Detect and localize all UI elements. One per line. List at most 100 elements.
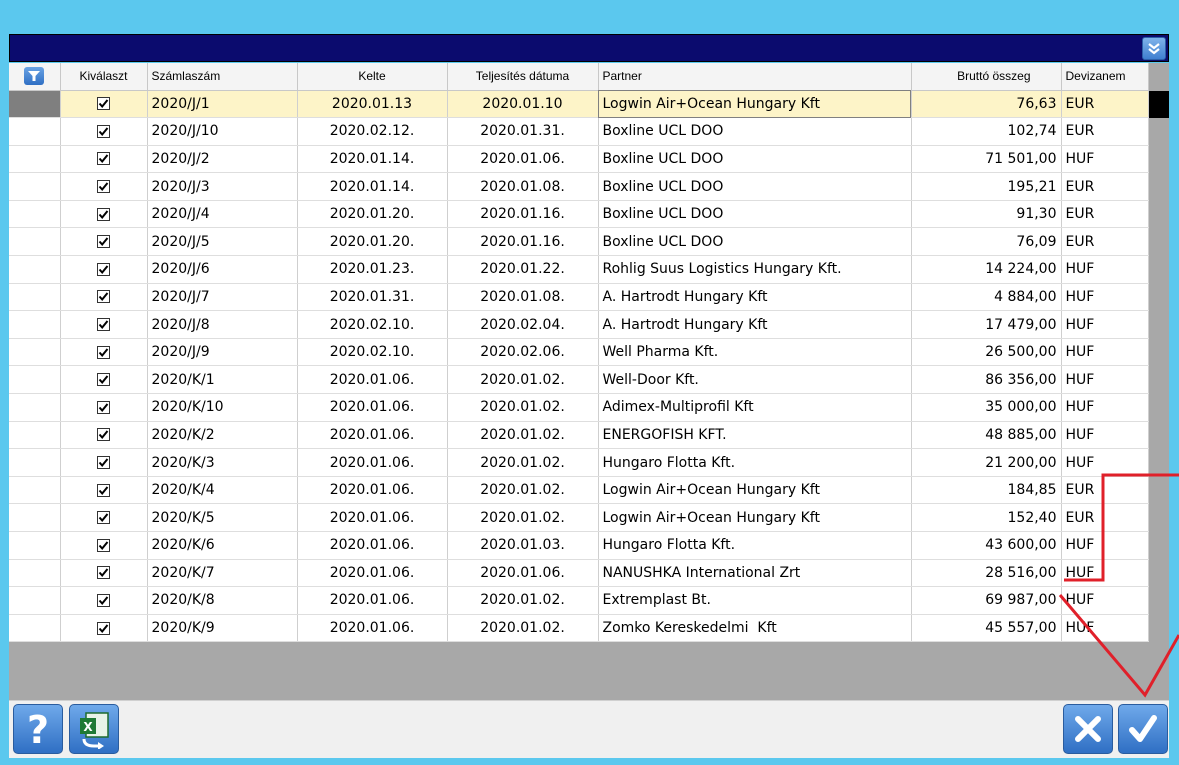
select-cell[interactable] [60, 117, 148, 146]
gross-amount-cell[interactable]: 21 200,00 [911, 448, 1062, 477]
fulfillment-date-cell[interactable]: 2020.01.10 [447, 90, 599, 119]
invoice-no-cell[interactable]: 2020/J/2 [147, 145, 298, 174]
date-cell[interactable]: 2020.01.06. [297, 393, 448, 422]
table-row[interactable]: 2020/K/1 2020.01.06. 2020.01.02. Well-Door … [9, 365, 1149, 395]
currency-cell[interactable]: EUR [1061, 90, 1149, 119]
row-checkbox[interactable] [97, 290, 110, 304]
gross-amount-cell[interactable]: 4 884,00 [911, 283, 1062, 312]
select-cell[interactable] [60, 421, 148, 450]
currency-cell[interactable]: HUF [1061, 559, 1149, 588]
table-row[interactable]: 2020/J/1 2020.01.13 2020.01.10 Logwin Air+O… [9, 90, 1149, 119]
date-cell[interactable]: 2020.01.06. [297, 421, 448, 450]
row-checkbox[interactable] [97, 566, 110, 580]
row-indicator[interactable] [9, 393, 61, 422]
gross-amount-cell[interactable]: 69 987,00 [911, 586, 1062, 615]
help-button[interactable]: ? [13, 704, 63, 754]
invoice-no-cell[interactable]: 2020/K/8 [147, 586, 298, 615]
column-header-gross[interactable]: Bruttó összeg [911, 63, 1062, 91]
partner-cell[interactable]: Extremplast Bt. [598, 586, 912, 615]
fulfillment-date-cell[interactable]: 2020.02.04. [447, 310, 599, 339]
row-checkbox[interactable] [97, 511, 110, 525]
fulfillment-date-cell[interactable]: 2020.01.02. [447, 448, 599, 477]
fulfillment-date-cell[interactable]: 2020.01.02. [447, 614, 599, 643]
gross-amount-cell[interactable]: 14 224,00 [911, 255, 1062, 284]
select-cell[interactable] [60, 531, 148, 560]
invoice-no-cell[interactable]: 2020/J/5 [147, 227, 298, 257]
currency-cell[interactable]: EUR [1061, 476, 1149, 505]
partner-cell[interactable]: NANUSHKA International Zrt [598, 559, 912, 588]
collapse-button[interactable] [1142, 37, 1166, 60]
date-cell[interactable]: 2020.02.12. [297, 117, 448, 146]
select-cell[interactable] [60, 365, 148, 395]
row-checkbox[interactable] [97, 400, 110, 414]
row-checkbox[interactable] [97, 483, 110, 497]
column-header-date[interactable]: Kelte [297, 63, 448, 91]
partner-cell[interactable]: A. Hartrodt Hungary Kft [598, 283, 912, 312]
row-indicator[interactable] [9, 310, 61, 339]
gross-amount-cell[interactable]: 45 557,00 [911, 614, 1062, 643]
row-checkbox[interactable] [97, 124, 110, 138]
partner-cell[interactable]: Well Pharma Kft. [598, 338, 912, 367]
table-row[interactable]: 2020/K/5 2020.01.06. 2020.01.02. Logwin Air… [9, 503, 1149, 532]
row-indicator[interactable] [9, 503, 61, 532]
row-indicator[interactable] [9, 200, 61, 229]
invoice-no-cell[interactable]: 2020/K/4 [147, 476, 298, 505]
table-row[interactable]: 2020/J/5 2020.01.20. 2020.01.16. Boxline UC… [9, 227, 1149, 257]
invoice-no-cell[interactable]: 2020/J/1 [147, 90, 298, 119]
row-indicator[interactable] [9, 145, 61, 174]
fulfillment-date-cell[interactable]: 2020.01.02. [447, 393, 599, 422]
select-cell[interactable] [60, 145, 148, 174]
partner-cell[interactable]: Boxline UCL DOO [598, 172, 912, 201]
invoice-no-cell[interactable]: 2020/K/3 [147, 448, 298, 477]
invoice-no-cell[interactable]: 2020/J/6 [147, 255, 298, 284]
currency-cell[interactable]: EUR [1061, 200, 1149, 229]
gross-amount-cell[interactable]: 195,21 [911, 172, 1062, 201]
currency-cell[interactable]: HUF [1061, 255, 1149, 284]
invoice-no-cell[interactable]: 2020/J/7 [147, 283, 298, 312]
gross-amount-cell[interactable]: 102,74 [911, 117, 1062, 146]
row-indicator[interactable] [9, 172, 61, 201]
row-indicator[interactable] [9, 117, 61, 146]
partner-cell[interactable]: Logwin Air+Ocean Hungary Kft [598, 90, 912, 119]
select-cell[interactable] [60, 503, 148, 532]
select-cell[interactable] [60, 200, 148, 229]
partner-cell[interactable]: Boxline UCL DOO [598, 145, 912, 174]
gross-amount-cell[interactable]: 28 516,00 [911, 559, 1062, 588]
currency-cell[interactable]: EUR [1061, 227, 1149, 257]
currency-cell[interactable]: HUF [1061, 421, 1149, 450]
row-checkbox[interactable] [97, 152, 110, 166]
currency-cell[interactable]: HUF [1061, 531, 1149, 560]
column-header-invoice-no[interactable]: Számlaszám [147, 63, 298, 91]
partner-cell[interactable]: Logwin Air+Ocean Hungary Kft [598, 476, 912, 505]
gross-amount-cell[interactable]: 43 600,00 [911, 531, 1062, 560]
row-indicator[interactable] [9, 559, 61, 588]
filter-icon[interactable] [24, 67, 45, 86]
row-indicator[interactable] [9, 448, 61, 477]
invoice-no-cell[interactable]: 2020/K/10 [147, 393, 298, 422]
date-cell[interactable]: 2020.01.31. [297, 283, 448, 312]
row-checkbox[interactable] [97, 345, 110, 359]
partner-cell[interactable]: ENERGOFISH KFT. [598, 421, 912, 450]
column-header-currency[interactable]: Devizanem [1061, 63, 1149, 91]
currency-cell[interactable]: HUF [1061, 365, 1149, 395]
date-cell[interactable]: 2020.01.14. [297, 172, 448, 201]
fulfillment-date-cell[interactable]: 2020.01.02. [447, 421, 599, 450]
currency-cell[interactable]: HUF [1061, 448, 1149, 477]
partner-cell[interactable]: Well-Door Kft. [598, 365, 912, 395]
currency-cell[interactable]: HUF [1061, 145, 1149, 174]
column-header-partner[interactable]: Partner [598, 63, 912, 91]
date-cell[interactable]: 2020.01.13 [297, 90, 448, 119]
confirm-button[interactable] [1118, 704, 1168, 754]
row-indicator[interactable] [9, 586, 61, 615]
table-row[interactable]: 2020/K/4 2020.01.06. 2020.01.02. Logwin Air… [9, 476, 1149, 505]
row-checkbox[interactable] [97, 373, 110, 387]
fulfillment-date-cell[interactable]: 2020.01.16. [447, 227, 599, 257]
gross-amount-cell[interactable]: 86 356,00 [911, 365, 1062, 395]
date-cell[interactable]: 2020.01.06. [297, 448, 448, 477]
currency-cell[interactable]: HUF [1061, 310, 1149, 339]
date-cell[interactable]: 2020.01.06. [297, 614, 448, 643]
fulfillment-date-cell[interactable]: 2020.01.08. [447, 172, 599, 201]
table-row[interactable]: 2020/J/8 2020.02.10. 2020.02.04. A. Hartrod… [9, 310, 1149, 339]
fulfillment-date-cell[interactable]: 2020.01.06. [447, 145, 599, 174]
gross-amount-cell[interactable]: 26 500,00 [911, 338, 1062, 367]
